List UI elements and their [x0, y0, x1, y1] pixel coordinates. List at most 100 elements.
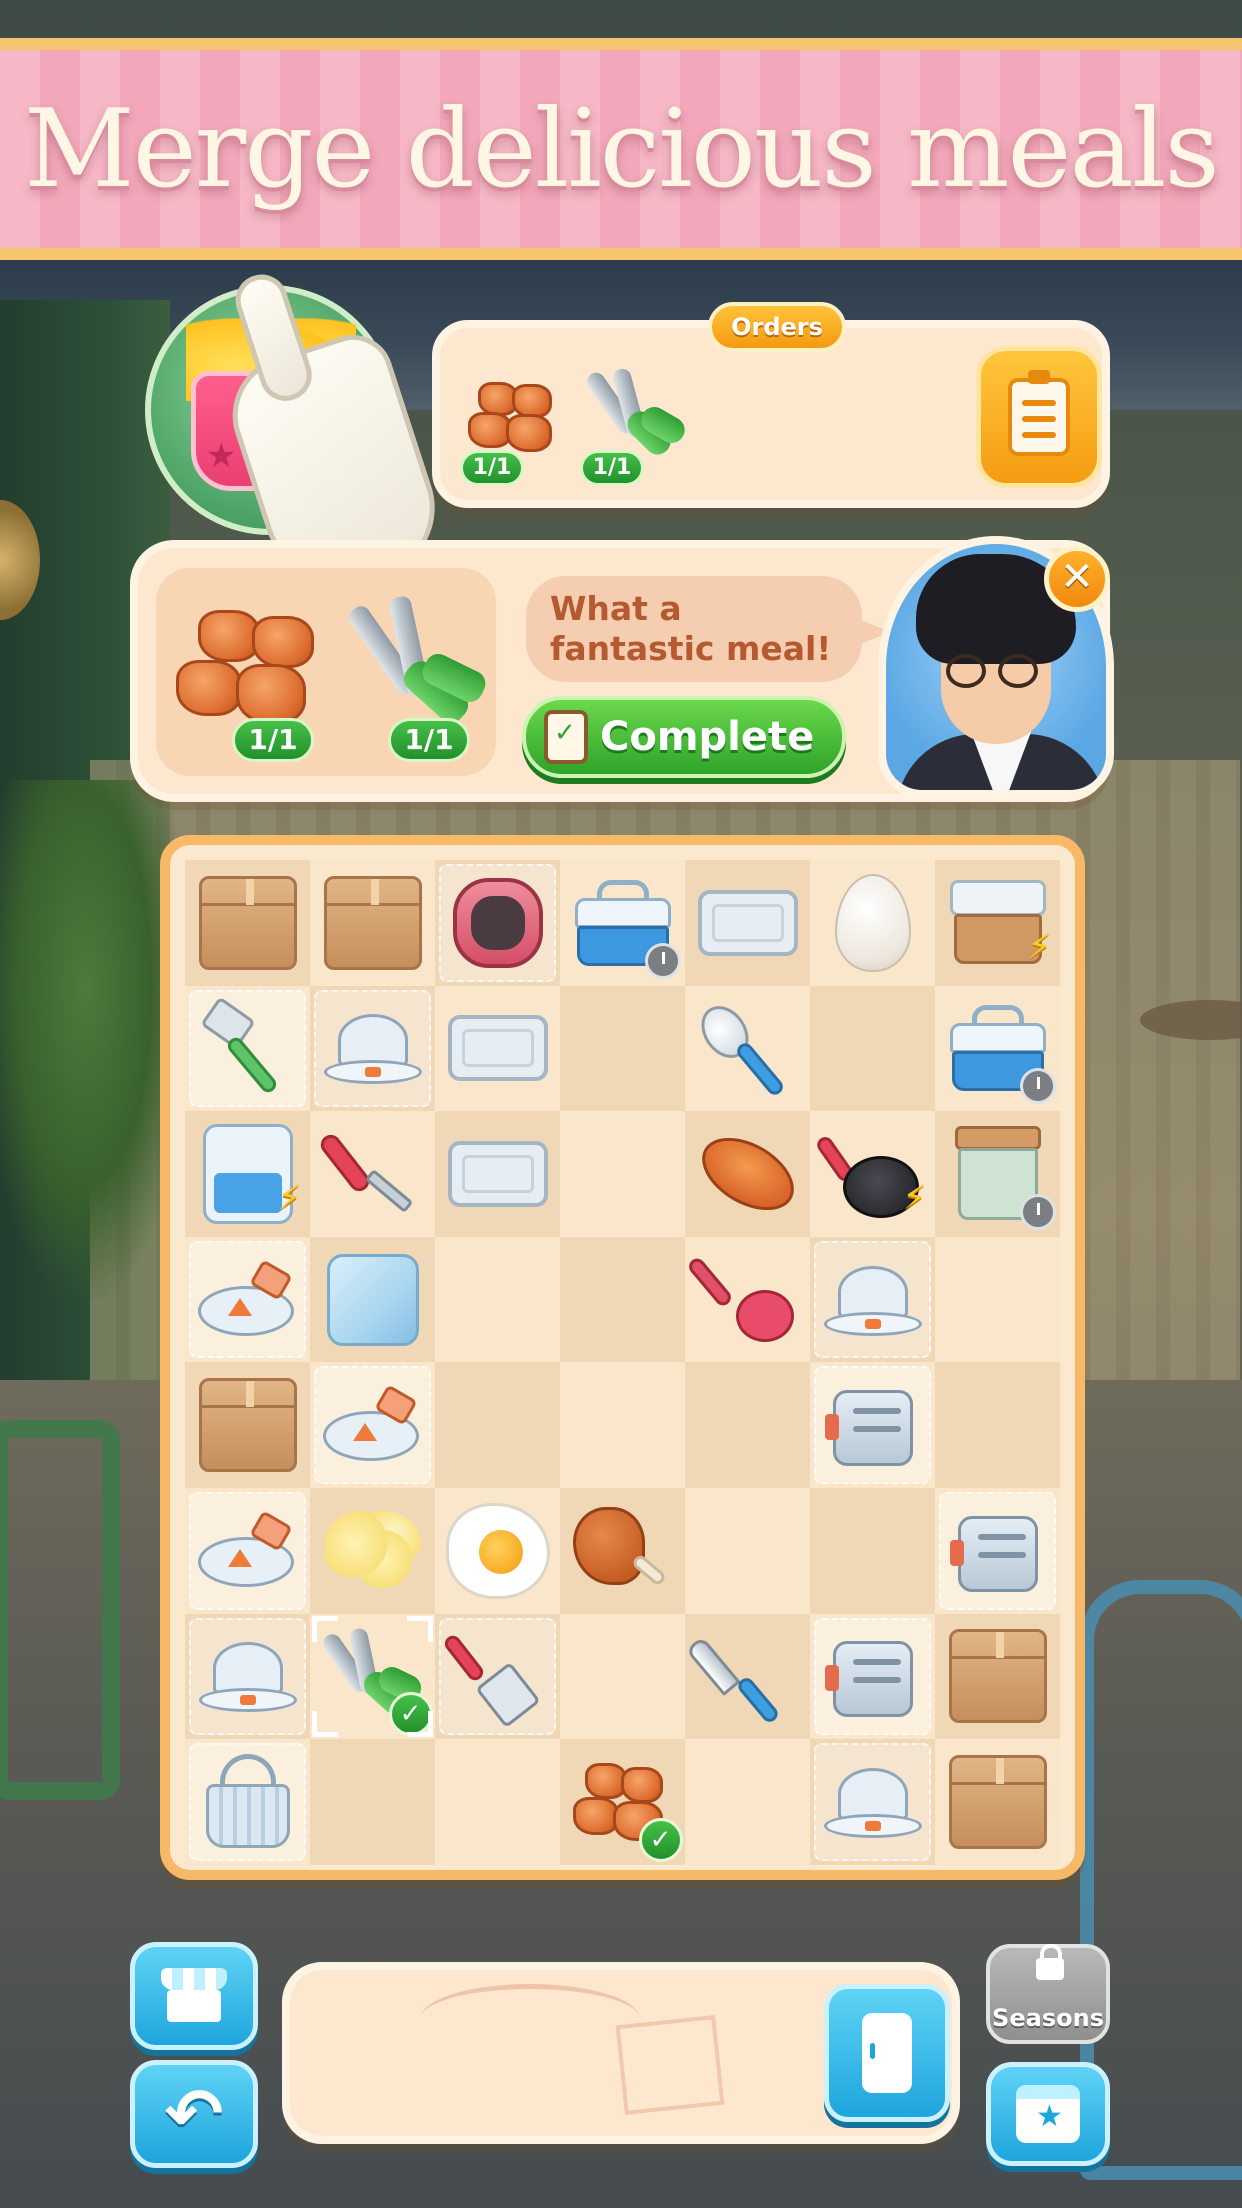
board-cell-mallet[interactable] [185, 985, 310, 1112]
toaster-icon [821, 1373, 925, 1477]
board-cell-toaster[interactable] [935, 1487, 1060, 1614]
board-cell-cloche[interactable] [810, 1236, 935, 1363]
board-cell-empty[interactable] [560, 1236, 685, 1363]
board-cell-fridge[interactable]: ⚡ [185, 1111, 310, 1237]
cooler-icon [571, 871, 681, 979]
nuggets-icon [176, 604, 326, 734]
board-cell-cloche[interactable] [810, 1739, 935, 1865]
basket-icon [196, 1750, 300, 1854]
board-cell-cloche[interactable] [310, 985, 435, 1112]
calendar-button[interactable] [986, 2062, 1110, 2166]
cloche-icon [196, 1624, 300, 1728]
board-cell-drumstick[interactable] [560, 1487, 685, 1614]
ice-cube-icon [321, 1248, 425, 1352]
order-detail-panel: 1/1 1/1 What a fantastic meal! Complete [130, 536, 1114, 802]
board-cell-empty[interactable] [435, 1236, 560, 1363]
board-cell-empty[interactable] [935, 1236, 1060, 1363]
lightning-icon: ⚡ [277, 1177, 302, 1218]
board-cell-fried-egg[interactable] [435, 1487, 560, 1614]
speech-text-line2: fantastic meal! [550, 629, 832, 668]
board-cell-empty[interactable] [310, 1739, 435, 1865]
board-cell-flyer[interactable] [185, 1487, 310, 1614]
timer-icon [1019, 1068, 1056, 1105]
board-cell-box[interactable] [310, 860, 435, 986]
shop-button[interactable] [130, 1942, 258, 2050]
board-cell-empty[interactable] [560, 1613, 685, 1740]
board-cell-tray[interactable] [435, 1111, 560, 1237]
board-cell-flyer[interactable] [310, 1362, 435, 1488]
board-cell-toaster[interactable] [810, 1613, 935, 1740]
scrambled-eggs-icon [321, 1499, 425, 1603]
fridge-icon [862, 2013, 912, 2093]
board-cell-scraper[interactable] [310, 1111, 435, 1237]
board-cell-knife[interactable] [684, 1613, 810, 1740]
board-cell-empty[interactable] [935, 1362, 1060, 1488]
back-button[interactable]: ↶ [130, 2060, 258, 2168]
scraper-icon [316, 1122, 425, 1226]
board-grid: ⚡ ⚡ ⚡ ✓ ✓ [185, 860, 1060, 1865]
board-cell-empty[interactable] [560, 985, 685, 1112]
speech-bubble: What a fantastic meal! [526, 576, 890, 682]
board-cell-toaster[interactable] [810, 1362, 935, 1488]
board-cell-cooler[interactable] [560, 860, 685, 986]
board-cell-spoon[interactable] [685, 985, 810, 1112]
complete-button[interactable]: Complete [522, 696, 846, 778]
box-icon [946, 1750, 1050, 1854]
order-item[interactable]: 1/1 [460, 368, 570, 488]
board-cell-ice-cube[interactable] [310, 1236, 435, 1363]
storage-bar[interactable] [282, 1962, 960, 2144]
timer-icon [1019, 1193, 1056, 1230]
clipboard-check-icon [544, 710, 588, 764]
board-cell-empty[interactable] [685, 1739, 810, 1865]
board-cell-empty[interactable] [560, 1111, 685, 1237]
quantity-badge: 1/1 [388, 718, 470, 762]
board-cell-basket[interactable] [185, 1739, 310, 1865]
spoon-icon [691, 996, 800, 1100]
orders-list-button[interactable] [976, 346, 1102, 488]
board-cell-frying-pan[interactable]: ⚡ [810, 1111, 935, 1237]
close-button[interactable]: ✕ [1044, 546, 1110, 612]
board-cell-empty[interactable] [435, 1739, 560, 1865]
board-cell-tray[interactable] [435, 985, 560, 1112]
board-cell-box[interactable] [935, 1613, 1060, 1740]
toaster-icon [946, 1499, 1050, 1603]
board-cell-bread[interactable] [685, 1111, 810, 1237]
board-cell-egg[interactable] [810, 860, 935, 986]
board-cell-empty[interactable] [435, 1362, 560, 1488]
toaster-icon [821, 1624, 925, 1728]
box-icon [946, 1624, 1050, 1728]
seasons-button[interactable]: Seasons [986, 1944, 1110, 2044]
board-cell-empty[interactable] [685, 1362, 810, 1488]
board-cell-empty[interactable] [810, 985, 935, 1112]
board-cell-box[interactable] [185, 1362, 310, 1488]
merge-board: ⚡ ⚡ ⚡ ✓ ✓ [160, 835, 1085, 1880]
cloche-icon [821, 1248, 925, 1352]
board-cell-cooler[interactable] [935, 985, 1060, 1112]
board-cell-flyer[interactable] [185, 1236, 310, 1363]
board-cell-empty[interactable] [685, 1487, 810, 1614]
nuggets-icon: ✓ [571, 1750, 683, 1862]
board-cell-cabinet[interactable] [935, 1111, 1060, 1237]
egg-icon [821, 871, 925, 975]
board-cell-nuggets[interactable]: ✓ [560, 1739, 685, 1865]
lightning-icon: ⚡ [1027, 926, 1052, 967]
board-cell-empty[interactable] [810, 1487, 935, 1614]
board-cell-spatula[interactable] [435, 1613, 560, 1740]
board-cell-cloche[interactable] [185, 1613, 310, 1740]
board-cell-box[interactable] [185, 860, 310, 986]
spatula-icon [441, 1624, 550, 1729]
board-cell-box[interactable] [935, 1739, 1060, 1865]
nuggets-icon [468, 378, 564, 458]
shop-icon [161, 1968, 227, 2024]
fridge-button[interactable] [824, 1984, 950, 2122]
board-cell-waffle-iron[interactable] [435, 860, 560, 986]
orders-panel[interactable]: Orders 1/1 1/1 [432, 302, 1110, 508]
board-cell-scrambled-eggs[interactable] [310, 1487, 435, 1614]
board-cell-drawer[interactable]: ⚡ [935, 860, 1060, 986]
board-cell-ladle[interactable] [685, 1236, 810, 1363]
order-item[interactable]: 1/1 [580, 366, 690, 488]
board-cell-tongs[interactable]: ✓ [310, 1613, 435, 1740]
board-cell-tray[interactable] [685, 860, 810, 986]
board-cell-empty[interactable] [560, 1362, 685, 1488]
ladle-icon [685, 1248, 800, 1352]
